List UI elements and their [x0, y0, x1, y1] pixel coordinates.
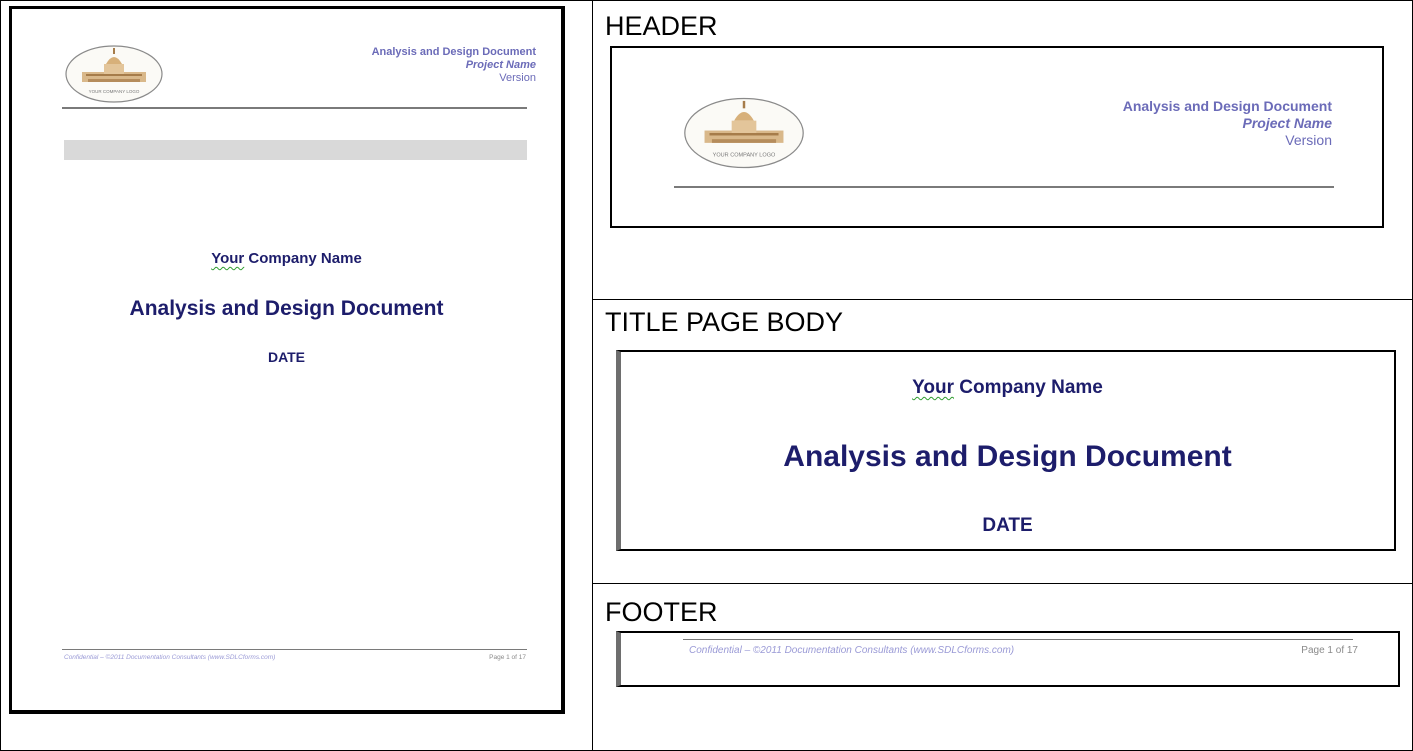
company-name: Your Company Name	[621, 377, 1394, 399]
company-name-text: Company Name	[959, 377, 1103, 398]
footer-confidential: Confidential – ©2011 Documentation Consu…	[64, 654, 276, 661]
logo-caption: YOUR COMPANY LOGO	[89, 89, 140, 94]
header-rule	[674, 186, 1334, 188]
row-divider-header	[592, 299, 1413, 300]
company-prefix: Your	[912, 377, 954, 398]
page-title: Analysis and Design Document	[129, 297, 444, 320]
header-version: Version	[499, 72, 536, 85]
body-preview-box: Your Company Name Analysis and Design Do…	[616, 350, 1396, 551]
header-text-block: Analysis and Design Document Project Nam…	[1123, 98, 1332, 148]
footer-rule	[62, 649, 527, 650]
footer-rule	[683, 639, 1353, 640]
date-label: DATE	[267, 349, 306, 365]
header-version: Version	[1285, 131, 1332, 148]
date-label: DATE	[982, 515, 1033, 536]
footer-page-number: Page 1 of 17	[489, 654, 526, 661]
logo-caption: YOUR COMPANY LOGO	[713, 152, 776, 158]
section-label-header: HEADER	[605, 11, 718, 41]
header-preview-box: YOUR COMPANY LOGO Analysis and Design Do…	[610, 46, 1384, 228]
footer-confidential: Confidential – ©2011 Documentation Consu…	[689, 645, 1015, 656]
company-name: Your Company Name	[12, 250, 561, 267]
row-divider-footer	[592, 583, 1413, 584]
footer-page-number: Page 1 of 17	[1301, 645, 1358, 656]
header-project-name: Project Name	[465, 59, 536, 72]
header-doc-title: Analysis and Design Document	[1122, 98, 1332, 114]
page-title: Analysis and Design Document	[783, 440, 1232, 473]
gray-band	[64, 140, 527, 160]
section-label-body: TITLE PAGE BODY	[605, 307, 844, 337]
company-logo: YOUR COMPANY LOGO	[64, 44, 164, 104]
company-logo: YOUR COMPANY LOGO	[678, 96, 810, 170]
column-divider	[592, 0, 593, 751]
section-label-footer: FOOTER	[605, 597, 718, 627]
header-doc-title: Analysis and Design Document	[371, 46, 536, 58]
company-name-text: Company Name	[248, 250, 362, 267]
header-rule	[62, 107, 527, 109]
footer-preview-box: Confidential – ©2011 Documentation Consu…	[616, 631, 1400, 687]
header-text-block: Analysis and Design Document Project Nam…	[372, 46, 536, 86]
header-project-name: Project Name	[1242, 114, 1332, 131]
company-prefix: Your	[211, 250, 245, 267]
title-page-preview: YOUR COMPANY LOGO Analysis and Design Do…	[9, 6, 565, 714]
